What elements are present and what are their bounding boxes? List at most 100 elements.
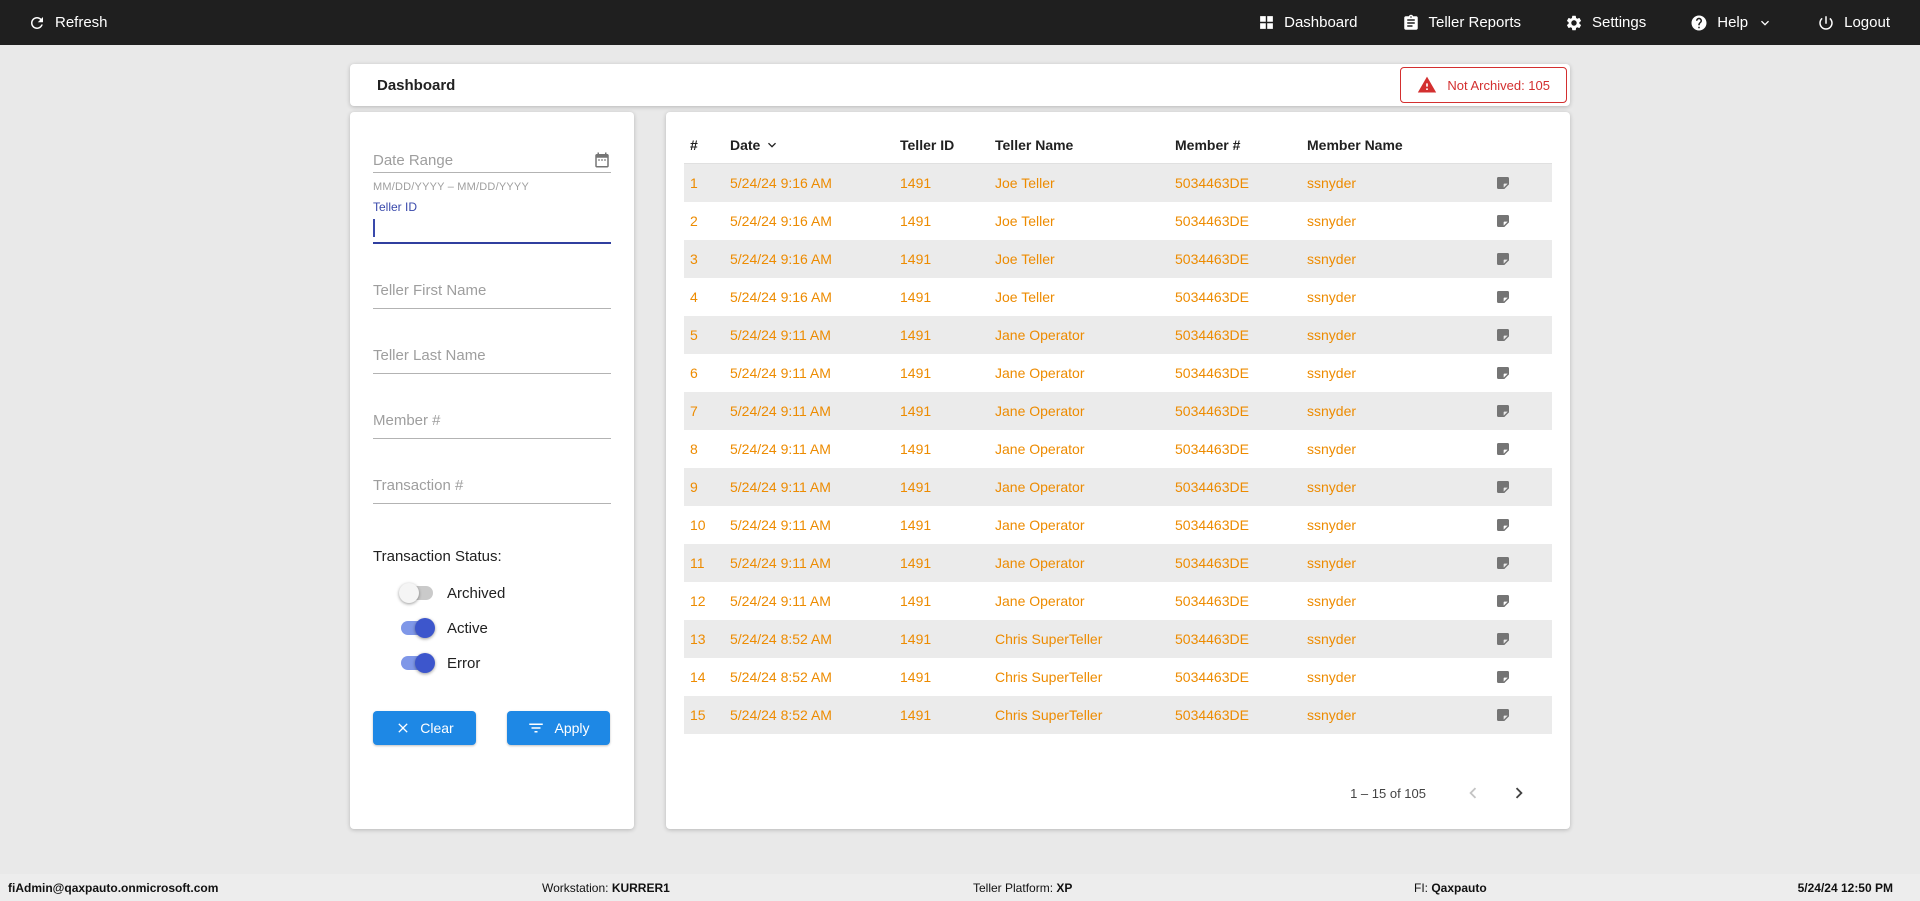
transactions-table: # Date Teller ID Teller Name Member # Me…	[666, 112, 1570, 829]
switch-active[interactable]	[399, 618, 435, 638]
table-row[interactable]: 6 5/24/24 9:11 AM 1491 Jane Operator 5034463…	[684, 354, 1552, 392]
table-row[interactable]: 3 5/24/24 9:16 AM 1491 Joe Teller 5034463DE s…	[684, 240, 1552, 278]
col-teller-id[interactable]: Teller ID	[900, 137, 995, 153]
note-button[interactable]	[1493, 365, 1552, 381]
table-row[interactable]: 12 5/24/24 9:11 AM 1491 Jane Operator 503446…	[684, 582, 1552, 620]
table-row[interactable]: 13 5/24/24 8:52 AM 1491 Chris SuperTeller 50…	[684, 620, 1552, 658]
note-icon	[1497, 443, 1509, 455]
switch-error[interactable]	[399, 653, 435, 673]
transaction-number-field[interactable]: Transaction #	[373, 473, 611, 504]
note-button[interactable]	[1493, 175, 1552, 191]
note-icon	[1497, 291, 1509, 303]
table-row[interactable]: 5 5/24/24 9:11 AM 1491 Jane Operator 5034463…	[684, 316, 1552, 354]
toggle-active[interactable]: Active	[399, 616, 611, 640]
note-button[interactable]	[1493, 669, 1552, 685]
table-row[interactable]: 4 5/24/24 9:16 AM 1491 Joe Teller 5034463DE s…	[684, 278, 1552, 316]
next-page-button[interactable]	[1502, 776, 1536, 810]
refresh-button[interactable]: Refresh	[28, 14, 108, 32]
nav-help[interactable]: Help	[1690, 14, 1773, 32]
not-archived-badge[interactable]: Not Archived: 105	[1400, 67, 1567, 103]
toggle-archived[interactable]: Archived	[399, 581, 611, 605]
note-icon	[1497, 177, 1509, 189]
teller-id-input[interactable]	[373, 214, 611, 242]
cell-member-number: 5034463DE	[1175, 441, 1249, 457]
note-icon	[1497, 481, 1509, 493]
nav-dashboard[interactable]: Dashboard	[1258, 14, 1358, 31]
table-row[interactable]: 10 5/24/24 9:11 AM 1491 Jane Operator 503446…	[684, 506, 1552, 544]
note-button[interactable]	[1493, 517, 1552, 533]
table-row[interactable]: 8 5/24/24 9:11 AM 1491 Jane Operator 5034463…	[684, 430, 1552, 468]
previous-page-button[interactable]	[1456, 776, 1490, 810]
table-row[interactable]: 7 5/24/24 9:11 AM 1491 Jane Operator 5034463…	[684, 392, 1552, 430]
teller-first-name-field[interactable]: Teller First Name	[373, 278, 611, 309]
cell-member-name: ssnyder	[1307, 327, 1357, 343]
transaction-number-underline	[373, 503, 611, 504]
top-nav-right: Dashboard Teller Reports Settings Help L…	[1258, 14, 1890, 32]
cell-row-number: 15	[690, 707, 706, 723]
date-range-field[interactable]: Date Range MM/DD/YYYY – MM/DD/YYYY	[373, 148, 611, 193]
note-button[interactable]	[1493, 707, 1552, 723]
table-row[interactable]: 15 5/24/24 8:52 AM 1491 Chris SuperTeller 50…	[684, 696, 1552, 734]
cell-teller-id: 1491	[900, 289, 932, 305]
cell-member-number: 5034463DE	[1175, 403, 1249, 419]
teller-id-field[interactable]: Teller ID	[373, 200, 611, 244]
note-icon	[1497, 405, 1509, 417]
cell-teller-id: 1491	[900, 631, 932, 647]
cell-member-name: ssnyder	[1307, 517, 1357, 533]
apply-button[interactable]: Apply	[507, 711, 610, 745]
note-button[interactable]	[1493, 327, 1552, 343]
col-member-number[interactable]: Member #	[1175, 137, 1307, 153]
note-button[interactable]	[1493, 213, 1552, 229]
note-button[interactable]	[1493, 593, 1552, 609]
cell-member-name: ssnyder	[1307, 479, 1357, 495]
nav-logout[interactable]: Logout	[1817, 14, 1890, 32]
col-member-name[interactable]: Member Name	[1307, 137, 1493, 153]
cell-date: 5/24/24 9:11 AM	[730, 517, 831, 533]
cell-member-number: 5034463DE	[1175, 593, 1249, 609]
table-row[interactable]: 2 5/24/24 9:16 AM 1491 Joe Teller 5034463DE s…	[684, 202, 1552, 240]
cell-row-number: 12	[690, 593, 706, 609]
main-content: Dashboard Not Archived: 105 Date Range M…	[350, 45, 1570, 829]
cell-member-name: ssnyder	[1307, 593, 1357, 609]
cell-member-number: 5034463DE	[1175, 175, 1249, 191]
clear-button[interactable]: Clear	[373, 711, 476, 745]
table-row[interactable]: 11 5/24/24 9:11 AM 1491 Jane Operator 503446…	[684, 544, 1552, 582]
cell-date: 5/24/24 9:11 AM	[730, 479, 831, 495]
cell-date: 5/24/24 9:11 AM	[730, 327, 831, 343]
col-date[interactable]: Date	[730, 137, 900, 153]
nav-settings[interactable]: Settings	[1565, 14, 1646, 32]
cell-row-number: 4	[690, 289, 698, 305]
note-button[interactable]	[1493, 403, 1552, 419]
toggle-error[interactable]: Error	[399, 651, 611, 675]
switch-archived[interactable]	[399, 583, 435, 603]
table-row[interactable]: 9 5/24/24 9:11 AM 1491 Jane Operator 5034463…	[684, 468, 1552, 506]
cell-member-name: ssnyder	[1307, 175, 1357, 191]
cell-date: 5/24/24 8:52 AM	[730, 707, 832, 723]
note-icon	[1497, 709, 1509, 721]
cell-date: 5/24/24 9:16 AM	[730, 213, 832, 229]
cell-row-number: 14	[690, 669, 706, 685]
nav-teller-reports[interactable]: Teller Reports	[1402, 14, 1522, 32]
calendar-icon[interactable]	[593, 151, 611, 169]
note-button[interactable]	[1493, 555, 1552, 571]
teller-first-name-placeholder: Teller First Name	[373, 281, 487, 299]
cell-member-name: ssnyder	[1307, 403, 1357, 419]
cell-member-number: 5034463DE	[1175, 365, 1249, 381]
status-bar: fiAdmin@qaxpauto.onmicrosoft.com Worksta…	[0, 874, 1920, 901]
warning-icon	[1418, 76, 1437, 93]
col-teller-name[interactable]: Teller Name	[995, 137, 1175, 153]
note-button[interactable]	[1493, 479, 1552, 495]
note-button[interactable]	[1493, 251, 1552, 267]
cell-date: 5/24/24 9:16 AM	[730, 289, 832, 305]
cell-row-number: 3	[690, 251, 698, 267]
nav-teller-reports-label: Teller Reports	[1428, 14, 1522, 31]
cell-row-number: 9	[690, 479, 698, 495]
table-row[interactable]: 14 5/24/24 8:52 AM 1491 Chris SuperTeller 50…	[684, 658, 1552, 696]
note-button[interactable]	[1493, 289, 1552, 305]
table-row[interactable]: 1 5/24/24 9:16 AM 1491 Joe Teller 5034463DE s…	[684, 164, 1552, 202]
member-number-field[interactable]: Member #	[373, 408, 611, 439]
teller-last-name-field[interactable]: Teller Last Name	[373, 343, 611, 374]
note-button[interactable]	[1493, 441, 1552, 457]
filter-panel: Date Range MM/DD/YYYY – MM/DD/YYYY Telle…	[350, 112, 634, 829]
note-button[interactable]	[1493, 631, 1552, 647]
